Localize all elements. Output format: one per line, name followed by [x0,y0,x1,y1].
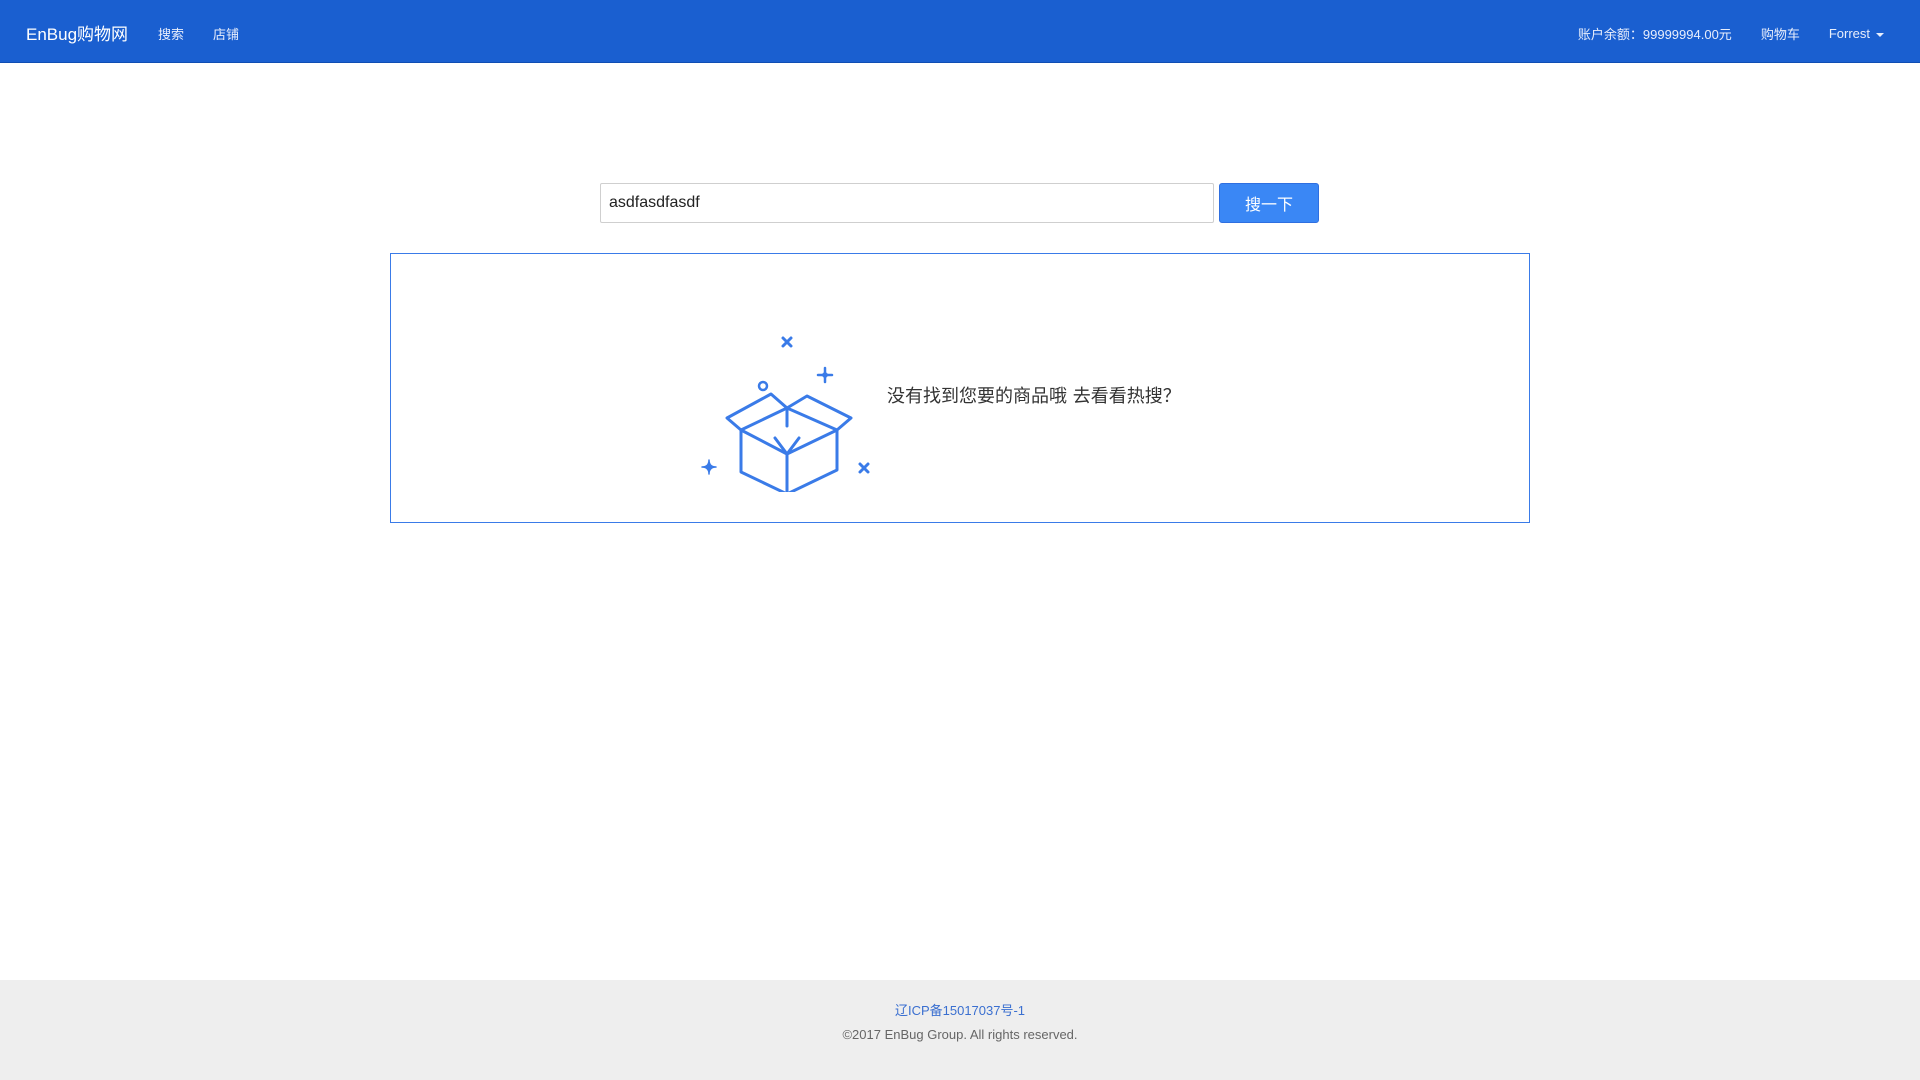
top-navbar: EnBug购物网 搜索 店铺 账户余额：99999994.00元 购物车 For… [0,0,1920,63]
empty-result-panel: 没有找到您要的商品哦 去看看热搜？ [390,253,1530,523]
open-box-icon [701,336,870,492]
footer: 辽ICP备15017037号-1 ©2017 EnBug Group. All … [0,980,1920,1080]
nav-link-search[interactable]: 搜索 [158,24,184,43]
empty-result-message: 没有找到您要的商品哦 去看看热搜？ [887,386,1181,407]
copyright-text: ©2017 EnBug Group. All rights reserved. [842,1027,1078,1042]
user-menu-dropdown[interactable]: Forrest [1829,26,1884,41]
caret-down-icon [1876,32,1884,37]
brand-logo-link[interactable]: EnBug购物网 [26,20,128,45]
search-input[interactable] [600,183,1214,223]
search-button[interactable]: 搜一下 [1219,183,1319,223]
icp-license-link[interactable]: 辽ICP备15017037号-1 [0,1000,1920,1019]
nav-link-shops[interactable]: 店铺 [213,24,239,43]
nav-link-cart[interactable]: 购物车 [1761,24,1800,43]
nav-right-links: 账户余额：99999994.00元 购物车 Forrest [1578,24,1884,43]
search-bar: 搜一下 [600,183,1319,223]
account-balance[interactable]: 账户余额：99999994.00元 [1578,24,1732,43]
user-name: Forrest [1828,26,1870,41]
nav-left-links: 搜索 店铺 [158,24,239,43]
